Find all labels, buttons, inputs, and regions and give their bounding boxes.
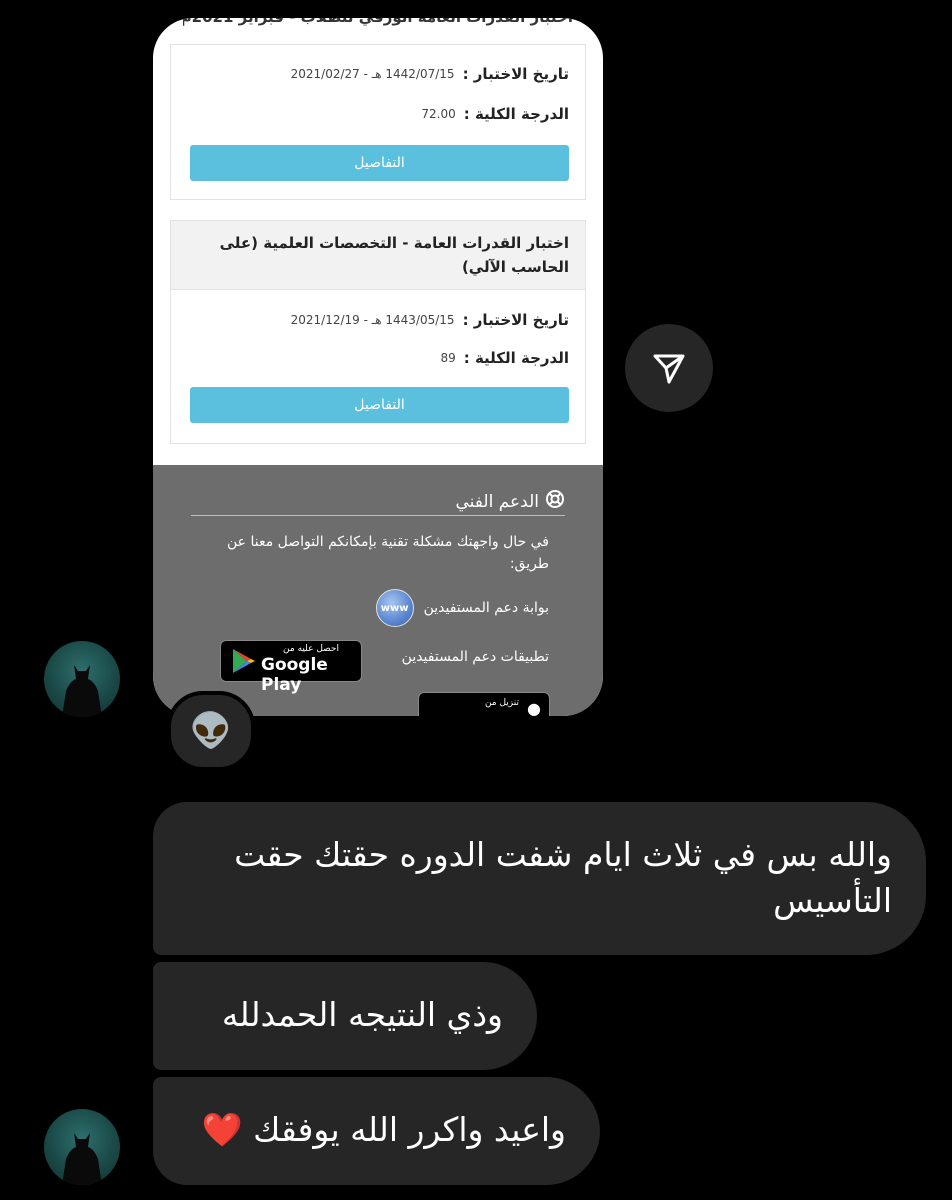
exam-score-label: الدرجة الكلية :: [463, 105, 569, 123]
exam-date-value: 1442/07/15 هـ - 2021/02/27: [290, 67, 455, 81]
alien-emoji-icon: 👽: [189, 711, 233, 751]
support-section: الدعم الفني في حال واجهتك مشكلة تقنية بإ…: [153, 465, 603, 716]
exam-score-row: الدرجة الكلية : 89: [440, 349, 569, 367]
sender-avatar[interactable]: [44, 641, 120, 717]
exam-date-row: تاريخ الاختبار : 1442/07/15 هـ - 2021/02…: [291, 65, 569, 83]
support-portal-label[interactable]: بوابة دعم المستفيدين: [424, 600, 549, 616]
share-button[interactable]: [625, 324, 713, 412]
exam-date-value: 1443/05/15 هـ - 2021/12/19: [290, 313, 455, 327]
google-play-small-text: احصل عليه من: [283, 644, 339, 654]
exam-title: اختبار القدرات العامة - التخصصات العلمية…: [171, 221, 585, 290]
lifebuoy-icon: [545, 489, 565, 514]
support-portal-row: بوابة دعم المستفيدين www: [375, 589, 549, 627]
apple-icon: ●: [527, 699, 541, 716]
message-bubble[interactable]: والله بس في ثلاث ايام شفت الدوره حقتك حق…: [153, 802, 926, 955]
message-text: وذي النتيجه الحمدلله: [221, 995, 503, 1034]
support-description: في حال واجهتك مشكلة تقنية بإمكانكم التوا…: [227, 534, 549, 572]
batman-silhouette-icon: [62, 1133, 102, 1185]
globe-icon[interactable]: www: [375, 589, 414, 627]
support-title-text: الدعم الفني: [455, 491, 540, 512]
app-store-badge[interactable]: تنزيل من ●: [418, 692, 550, 716]
message-text: والله بس في ثلاث ايام شفت الدوره حقتك حق…: [234, 835, 892, 920]
message-bubble[interactable]: وذي النتيجه الحمدلله: [153, 962, 537, 1070]
cut-off-exam-title: اختبار القدرات العامة الورقي للطلاب - فب…: [183, 18, 573, 36]
exam-card-1: تاريخ الاختبار : 1442/07/15 هـ - 2021/02…: [170, 44, 586, 200]
app-store-small-text: تنزيل من: [484, 698, 519, 708]
exam-score-label: الدرجة الكلية :: [463, 349, 569, 367]
google-play-text: Google Play: [261, 655, 328, 695]
exam-date-row: تاريخ الاختبار : 1443/05/15 هـ - 2021/12…: [291, 311, 569, 329]
support-apps-label: تطبيقات دعم المستفيدين: [401, 649, 549, 665]
details-button[interactable]: التفاصيل: [190, 145, 569, 181]
exam-date-label: تاريخ الاختبار :: [462, 65, 569, 83]
message-text: واعيد واكرر الله يوفقك: [253, 1110, 566, 1149]
exam-card-2: اختبار القدرات العامة - التخصصات العلمية…: [170, 220, 586, 444]
google-play-icon: [233, 649, 255, 673]
divider: [191, 515, 565, 516]
batman-silhouette-icon: [62, 665, 102, 717]
details-button[interactable]: التفاصيل: [190, 387, 569, 423]
shared-screenshot-message[interactable]: اختبار القدرات العامة الورقي للطلاب - فب…: [153, 18, 603, 716]
message-bubble[interactable]: واعيد واكرر الله يوفقك ❤️: [153, 1077, 600, 1185]
google-play-badge[interactable]: احصل عليه من Google Play: [220, 640, 362, 695]
message-reaction[interactable]: 👽: [167, 691, 255, 771]
exam-score-value: 72.00: [421, 107, 456, 121]
sender-avatar[interactable]: [44, 1109, 120, 1185]
red-heart-emoji-icon: ❤️: [201, 1110, 243, 1149]
exam-score-value: 89: [440, 351, 456, 365]
support-title: الدعم الفني: [456, 489, 566, 514]
exam-score-row: الدرجة الكلية : 72.00: [421, 105, 569, 123]
paper-plane-icon: [653, 354, 685, 384]
exam-date-label: تاريخ الاختبار :: [462, 311, 569, 329]
